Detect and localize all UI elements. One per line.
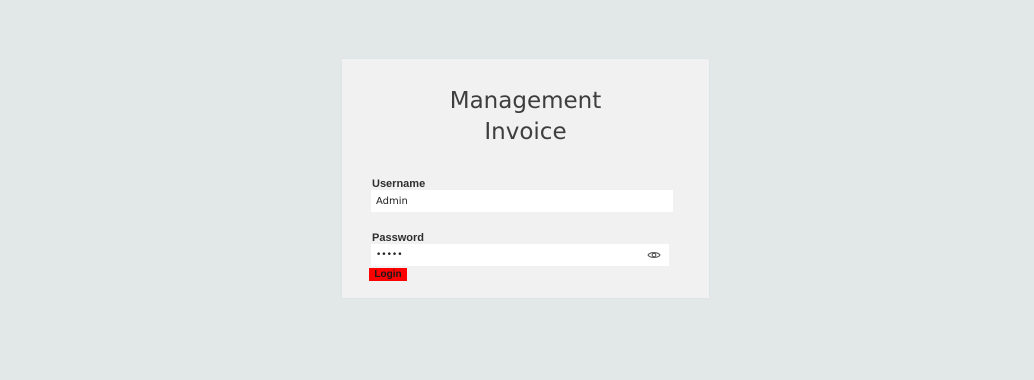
eye-icon[interactable]	[647, 250, 661, 260]
page-title: Management Invoice	[449, 88, 602, 145]
username-input[interactable]	[371, 190, 673, 212]
password-input[interactable]	[371, 244, 669, 266]
login-button[interactable]: Login	[369, 268, 407, 281]
login-card: ManagementInvoice Username Password Logi…	[342, 59, 709, 298]
